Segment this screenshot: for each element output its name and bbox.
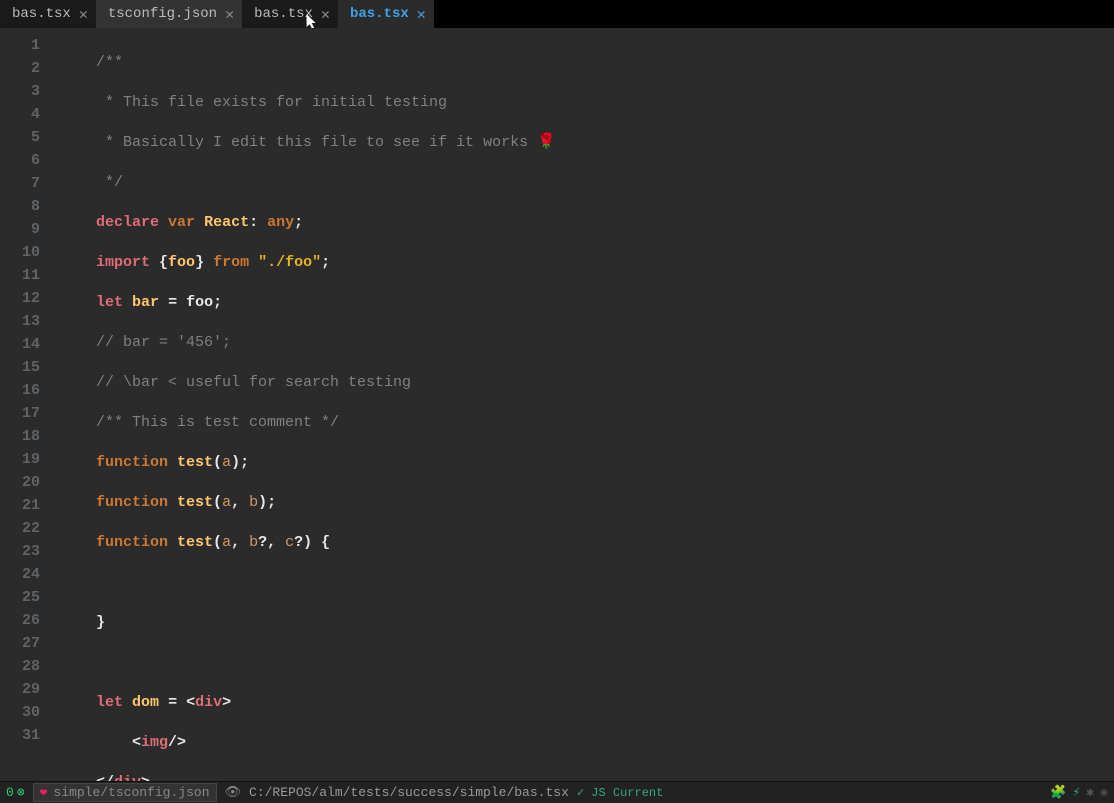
tab-bas-1[interactable]: bas.tsx ✕ (0, 0, 96, 28)
tab-label: bas.tsx (350, 6, 409, 22)
file-path: C:/REPOS/alm/tests/success/simple/bas.ts… (249, 785, 569, 800)
code-content[interactable]: /** * This file exists for initial testi… (54, 28, 1114, 781)
error-icon: ⊗ (17, 785, 25, 800)
tab-label: bas.tsx (254, 6, 313, 22)
puzzle-icon[interactable]: 🧩 (1050, 785, 1066, 800)
error-count[interactable]: 0 ⊗ (6, 785, 25, 800)
tab-bas-2[interactable]: bas.tsx ✕ (242, 0, 338, 28)
js-status: ✓ JS Current (577, 785, 663, 800)
tsconfig-selector[interactable]: ❤ simple/tsconfig.json (33, 783, 217, 802)
tab-bas-active[interactable]: bas.tsx ✕ (338, 0, 434, 28)
status-right: 🧩 ⚡ ✱ ❀ (1050, 785, 1108, 800)
code-editor[interactable]: 1234567891011121314151617181920212223242… (0, 28, 1114, 781)
close-icon[interactable]: ✕ (321, 5, 330, 24)
close-icon[interactable]: ✕ (225, 5, 234, 24)
flower-icon[interactable]: ❀ (1100, 785, 1108, 800)
tab-bar: bas.tsx ✕ tsconfig.json ✕ bas.tsx ✕ bas.… (0, 0, 1114, 28)
tab-label: bas.tsx (12, 6, 71, 22)
close-icon[interactable]: ✕ (417, 5, 426, 24)
status-bar: 0 ⊗ ❤ simple/tsconfig.json 👁 C:/REPOS/al… (0, 781, 1114, 803)
line-number-gutter: 1234567891011121314151617181920212223242… (0, 28, 54, 781)
heart-icon: ❤ (40, 785, 48, 800)
tab-label: tsconfig.json (108, 6, 217, 22)
bolt-icon[interactable]: ⚡ (1073, 785, 1081, 800)
tsconfig-name: simple/tsconfig.json (53, 785, 209, 800)
tab-tsconfig[interactable]: tsconfig.json ✕ (96, 0, 242, 28)
eye-icon[interactable]: 👁 (225, 785, 242, 800)
close-icon[interactable]: ✕ (79, 5, 88, 24)
gear-icon[interactable]: ✱ (1086, 785, 1094, 800)
